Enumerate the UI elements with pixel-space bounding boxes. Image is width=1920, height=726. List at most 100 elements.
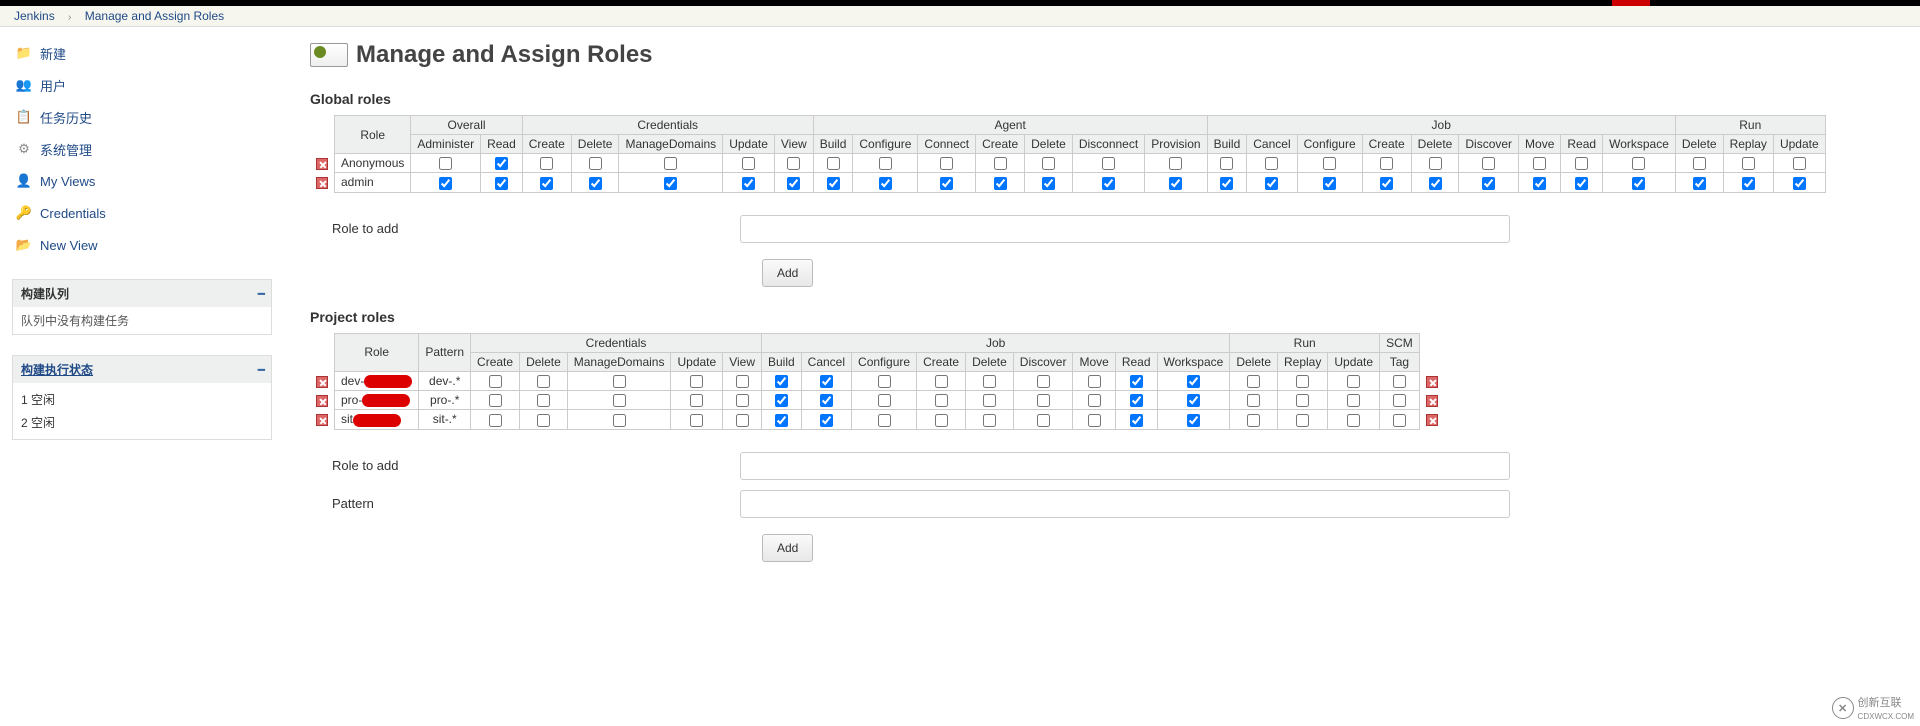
perm-checkbox[interactable]: [940, 157, 953, 170]
perm-checkbox[interactable]: [1323, 157, 1336, 170]
perm-checkbox[interactable]: [589, 177, 602, 190]
perm-checkbox[interactable]: [1037, 375, 1050, 388]
perm-checkbox[interactable]: [820, 375, 833, 388]
global-role-to-add-input[interactable]: [740, 215, 1510, 243]
delete-icon[interactable]: [316, 177, 328, 189]
perm-checkbox[interactable]: [690, 414, 703, 427]
perm-checkbox[interactable]: [827, 177, 840, 190]
perm-checkbox[interactable]: [787, 177, 800, 190]
perm-checkbox[interactable]: [613, 414, 626, 427]
perm-checkbox[interactable]: [1187, 414, 1200, 427]
executors-title[interactable]: 构建执行状态: [21, 363, 93, 377]
delete-icon[interactable]: [316, 414, 328, 426]
perm-checkbox[interactable]: [994, 157, 1007, 170]
perm-checkbox[interactable]: [1347, 394, 1360, 407]
perm-checkbox[interactable]: [1693, 177, 1706, 190]
delete-icon[interactable]: [1426, 414, 1438, 426]
sidebar-item-build-history[interactable]: 📋任务历史: [12, 103, 272, 131]
project-pattern-input[interactable]: [740, 490, 1510, 518]
delete-icon[interactable]: [1426, 376, 1438, 388]
sidebar-item-new-item[interactable]: 📁新建: [12, 39, 272, 67]
project-add-button[interactable]: Add: [762, 534, 813, 562]
delete-icon[interactable]: [316, 376, 328, 388]
perm-checkbox[interactable]: [787, 157, 800, 170]
perm-checkbox[interactable]: [1296, 414, 1309, 427]
perm-checkbox[interactable]: [690, 394, 703, 407]
perm-checkbox[interactable]: [537, 414, 550, 427]
perm-checkbox[interactable]: [1347, 414, 1360, 427]
perm-checkbox[interactable]: [489, 394, 502, 407]
perm-checkbox[interactable]: [1793, 157, 1806, 170]
perm-checkbox[interactable]: [1429, 157, 1442, 170]
perm-checkbox[interactable]: [495, 177, 508, 190]
perm-checkbox[interactable]: [537, 394, 550, 407]
perm-checkbox[interactable]: [537, 375, 550, 388]
delete-icon[interactable]: [316, 395, 328, 407]
perm-checkbox[interactable]: [1323, 177, 1336, 190]
perm-checkbox[interactable]: [1347, 375, 1360, 388]
perm-checkbox[interactable]: [1265, 177, 1278, 190]
perm-checkbox[interactable]: [613, 394, 626, 407]
perm-checkbox[interactable]: [540, 177, 553, 190]
perm-checkbox[interactable]: [983, 414, 996, 427]
global-add-button[interactable]: Add: [762, 259, 813, 287]
perm-checkbox[interactable]: [736, 375, 749, 388]
perm-checkbox[interactable]: [1742, 157, 1755, 170]
collapse-icon[interactable]: ━: [258, 363, 263, 377]
perm-checkbox[interactable]: [1247, 394, 1260, 407]
delete-icon[interactable]: [1426, 395, 1438, 407]
perm-checkbox[interactable]: [1102, 177, 1115, 190]
perm-checkbox[interactable]: [1130, 394, 1143, 407]
perm-checkbox[interactable]: [664, 157, 677, 170]
perm-checkbox[interactable]: [1247, 375, 1260, 388]
perm-checkbox[interactable]: [1088, 414, 1101, 427]
perm-checkbox[interactable]: [1482, 177, 1495, 190]
perm-checkbox[interactable]: [775, 394, 788, 407]
perm-checkbox[interactable]: [1380, 157, 1393, 170]
perm-checkbox[interactable]: [1533, 177, 1546, 190]
perm-checkbox[interactable]: [1429, 177, 1442, 190]
perm-checkbox[interactable]: [1187, 394, 1200, 407]
perm-checkbox[interactable]: [1130, 375, 1143, 388]
perm-checkbox[interactable]: [820, 394, 833, 407]
collapse-icon[interactable]: ━: [258, 287, 263, 301]
sidebar-item-manage-jenkins[interactable]: ⚙系统管理: [12, 135, 272, 163]
perm-checkbox[interactable]: [439, 157, 452, 170]
project-role-to-add-input[interactable]: [740, 452, 1510, 480]
perm-checkbox[interactable]: [940, 177, 953, 190]
perm-checkbox[interactable]: [935, 394, 948, 407]
breadcrumb-root[interactable]: Jenkins: [14, 9, 55, 23]
perm-checkbox[interactable]: [1169, 157, 1182, 170]
perm-checkbox[interactable]: [1088, 394, 1101, 407]
perm-checkbox[interactable]: [775, 414, 788, 427]
perm-checkbox[interactable]: [690, 375, 703, 388]
perm-checkbox[interactable]: [1130, 414, 1143, 427]
perm-checkbox[interactable]: [935, 414, 948, 427]
perm-checkbox[interactable]: [1102, 157, 1115, 170]
sidebar-item-my-views[interactable]: 👤My Views: [12, 167, 272, 195]
perm-checkbox[interactable]: [1632, 157, 1645, 170]
perm-checkbox[interactable]: [983, 375, 996, 388]
perm-checkbox[interactable]: [489, 414, 502, 427]
perm-checkbox[interactable]: [879, 157, 892, 170]
perm-checkbox[interactable]: [878, 394, 891, 407]
sidebar-item-people[interactable]: 👥用户: [12, 71, 272, 99]
perm-checkbox[interactable]: [1482, 157, 1495, 170]
perm-checkbox[interactable]: [983, 394, 996, 407]
perm-checkbox[interactable]: [1693, 157, 1706, 170]
perm-checkbox[interactable]: [935, 375, 948, 388]
perm-checkbox[interactable]: [736, 394, 749, 407]
perm-checkbox[interactable]: [1575, 177, 1588, 190]
breadcrumb-page[interactable]: Manage and Assign Roles: [85, 9, 224, 23]
sidebar-item-new-view[interactable]: 📂New View: [12, 231, 272, 259]
perm-checkbox[interactable]: [827, 157, 840, 170]
perm-checkbox[interactable]: [994, 177, 1007, 190]
perm-checkbox[interactable]: [589, 157, 602, 170]
perm-checkbox[interactable]: [742, 177, 755, 190]
perm-checkbox[interactable]: [879, 177, 892, 190]
perm-checkbox[interactable]: [775, 375, 788, 388]
perm-checkbox[interactable]: [1575, 157, 1588, 170]
perm-checkbox[interactable]: [664, 177, 677, 190]
perm-checkbox[interactable]: [1037, 414, 1050, 427]
perm-checkbox[interactable]: [1088, 375, 1101, 388]
